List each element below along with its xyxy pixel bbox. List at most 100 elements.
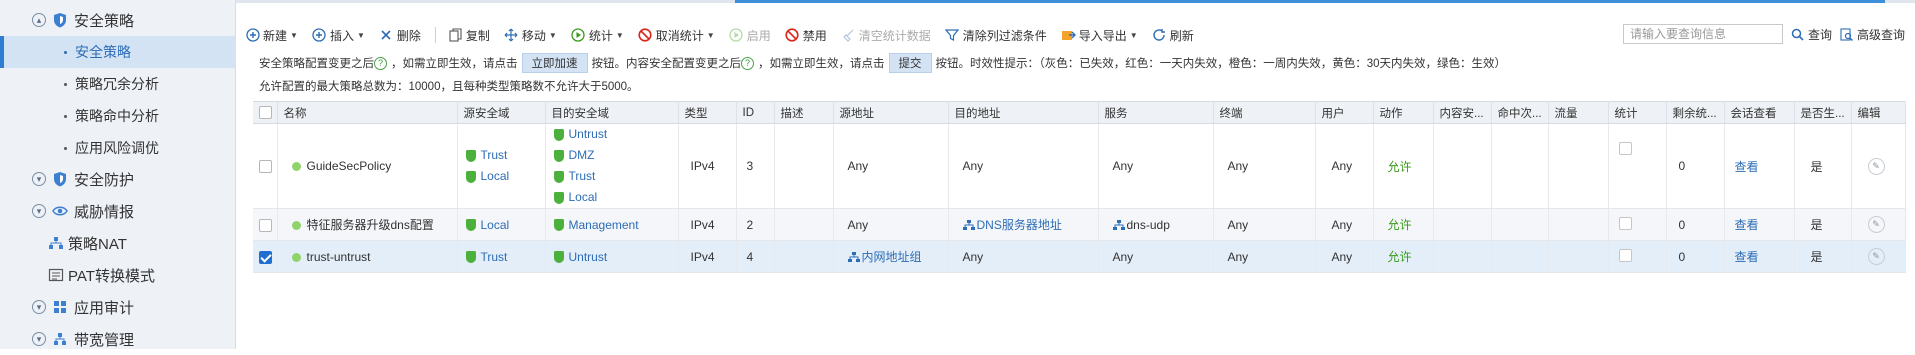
edit-icon[interactable]: ✎ <box>1867 248 1885 265</box>
table-row[interactable]: 特征服务器升级dns配置 Local Management IPv4 2 Any… <box>253 208 1906 241</box>
select-all-header[interactable] <box>253 101 278 124</box>
sidebar-item-app-risk-tuning[interactable]: 应用风险调优 <box>0 132 236 164</box>
query-label: 查询 <box>1807 27 1832 42</box>
effective-cell: 是 <box>1794 123 1852 209</box>
action-cell: 允许 <box>1373 208 1434 241</box>
session-view-link[interactable]: 查看 <box>1724 123 1795 209</box>
broom-icon <box>841 28 856 43</box>
copy-button[interactable]: 复制 <box>448 27 490 44</box>
table-row[interactable]: GuideSecPolicy Trust Local Untrust DMZ T… <box>253 123 1906 209</box>
expand-icon[interactable]: ▾ <box>32 300 46 314</box>
cancel-stats-label: 取消统计 <box>655 28 704 43</box>
column-header[interactable]: 命中次... <box>1491 101 1549 124</box>
move-button[interactable]: 移动 ▼ <box>504 27 557 44</box>
submit-button[interactable]: 提交 <box>888 53 932 73</box>
column-header[interactable]: 统计 <box>1608 101 1667 124</box>
sidebar-item-security-policy[interactable]: 安全策略 <box>0 36 236 68</box>
row-checkbox[interactable] <box>259 160 272 174</box>
stats-checkbox[interactable] <box>1618 216 1632 230</box>
edit-icon[interactable]: ✎ <box>1867 157 1885 175</box>
session-view-link[interactable]: 查看 <box>1724 240 1795 273</box>
src-zone: Local <box>465 218 509 232</box>
dst-addr-cell[interactable]: DNS服务器地址 <box>948 208 1099 241</box>
column-header[interactable]: 服务 <box>1098 101 1214 124</box>
dst-addr-label: DNS服务器地址 <box>976 218 1062 232</box>
select-all-checkbox[interactable] <box>259 106 272 119</box>
new-button[interactable]: 新建 ▼ <box>245 27 298 44</box>
query-button[interactable]: 查询 <box>1791 26 1832 43</box>
edit-icon[interactable]: ✎ <box>1867 216 1885 233</box>
src-addr-cell: Any <box>833 208 949 241</box>
hit-count-cell <box>1491 123 1549 209</box>
sidebar-group-threat-intel[interactable]: ▾ 威胁情报 <box>0 195 236 227</box>
table-row[interactable]: trust-untrust Trust Untrust IPv4 4 内网地址组… <box>253 240 1906 273</box>
advanced-query-button[interactable]: 高级查询 <box>1840 26 1905 43</box>
zone-label: Local <box>568 190 598 204</box>
accelerate-button[interactable]: 立即加速 <box>521 53 588 73</box>
column-header[interactable]: 剩余统... <box>1666 101 1725 124</box>
service-cell: Any <box>1098 123 1214 209</box>
clear-stats-button[interactable]: 清空统计数据 <box>841 27 931 44</box>
stats-checkbox[interactable] <box>1618 142 1632 155</box>
delete-button[interactable]: 删除 <box>379 27 421 44</box>
sidebar-group-security-policy[interactable]: ▴ 安全策略 <box>0 4 236 36</box>
dropdown-arrow-icon: ▼ <box>706 30 715 40</box>
forbidden-icon <box>638 28 653 43</box>
insert-button[interactable]: 插入 ▼ <box>312 27 365 44</box>
sidebar-group-security-protection[interactable]: ▾ 安全防护 <box>0 163 236 195</box>
expand-icon[interactable]: ▾ <box>32 204 46 218</box>
cancel-stats-button[interactable]: 取消统计 ▼ <box>638 27 715 44</box>
column-header[interactable]: 终端 <box>1213 101 1316 124</box>
help-icon[interactable]: ? <box>374 56 387 70</box>
column-header[interactable]: 源安全域 <box>457 101 546 124</box>
column-header[interactable]: 会话查看 <box>1724 101 1795 124</box>
zone-shield-icon <box>553 191 564 204</box>
sidebar-group-bandwidth[interactable]: ▾ 带宽管理 <box>0 323 236 355</box>
column-header[interactable]: 描述 <box>774 101 834 124</box>
sidebar-item-pat-mode[interactable]: PAT转换模式 <box>0 259 236 291</box>
column-header[interactable]: 内容安... <box>1433 101 1492 124</box>
expand-icon[interactable]: ▾ <box>32 332 46 346</box>
dropdown-arrow-icon: ▼ <box>290 30 298 40</box>
column-header[interactable]: 编辑 <box>1851 101 1906 124</box>
column-header[interactable]: 目的地址 <box>948 101 1099 124</box>
column-header[interactable]: ID <box>736 101 775 124</box>
column-header[interactable]: 名称 <box>277 101 458 124</box>
sidebar-item-redundancy-analysis[interactable]: 策略冗余分析 <box>0 68 236 100</box>
zone-label: Trust <box>480 148 508 162</box>
dropdown-arrow-icon: ▼ <box>356 30 365 40</box>
column-header[interactable]: 动作 <box>1373 101 1434 124</box>
column-header[interactable]: 类型 <box>678 101 737 124</box>
column-header[interactable]: 目的安全域 <box>545 101 679 124</box>
eye-icon <box>52 203 68 219</box>
column-header[interactable]: 流量 <box>1548 101 1609 124</box>
row-checkbox[interactable] <box>259 250 272 264</box>
column-header[interactable]: 源地址 <box>833 101 949 124</box>
column-header[interactable]: 用户 <box>1315 101 1374 124</box>
refresh-button[interactable]: 刷新 <box>1152 27 1194 44</box>
stats-button[interactable]: 统计 ▼ <box>571 27 624 44</box>
zone-shield-icon <box>553 170 564 183</box>
zone-shield-icon <box>553 219 564 232</box>
stats-checkbox[interactable] <box>1618 248 1632 262</box>
clear-filter-button[interactable]: 清除列过滤条件 <box>945 27 1047 44</box>
enable-button[interactable]: 启用 <box>729 27 771 44</box>
dst-zone: Trust <box>553 166 678 187</box>
dst-addr-cell: Any <box>948 123 1099 209</box>
import-export-button[interactable]: 导入导出 ▼ <box>1061 27 1138 44</box>
search-input[interactable] <box>1622 24 1783 44</box>
service-group-icon <box>1112 219 1125 230</box>
disable-button[interactable]: 禁用 <box>785 27 827 44</box>
session-view-link[interactable]: 查看 <box>1724 208 1795 241</box>
sidebar-item-hit-analysis[interactable]: 策略命中分析 <box>0 100 236 132</box>
sidebar-group-app-audit[interactable]: ▾ 应用审计 <box>0 291 236 323</box>
column-header[interactable]: 是否生... <box>1794 101 1852 124</box>
policy-name: trust-untrust <box>306 249 371 264</box>
help-icon[interactable]: ? <box>741 56 754 70</box>
zone-label: Management <box>568 217 639 232</box>
src-addr-cell[interactable]: 内网地址组 <box>833 240 949 273</box>
collapse-icon[interactable]: ▴ <box>32 13 46 27</box>
row-checkbox[interactable] <box>259 218 272 232</box>
sidebar-item-policy-nat[interactable]: 策略NAT <box>0 227 236 259</box>
expand-icon[interactable]: ▾ <box>32 172 46 186</box>
